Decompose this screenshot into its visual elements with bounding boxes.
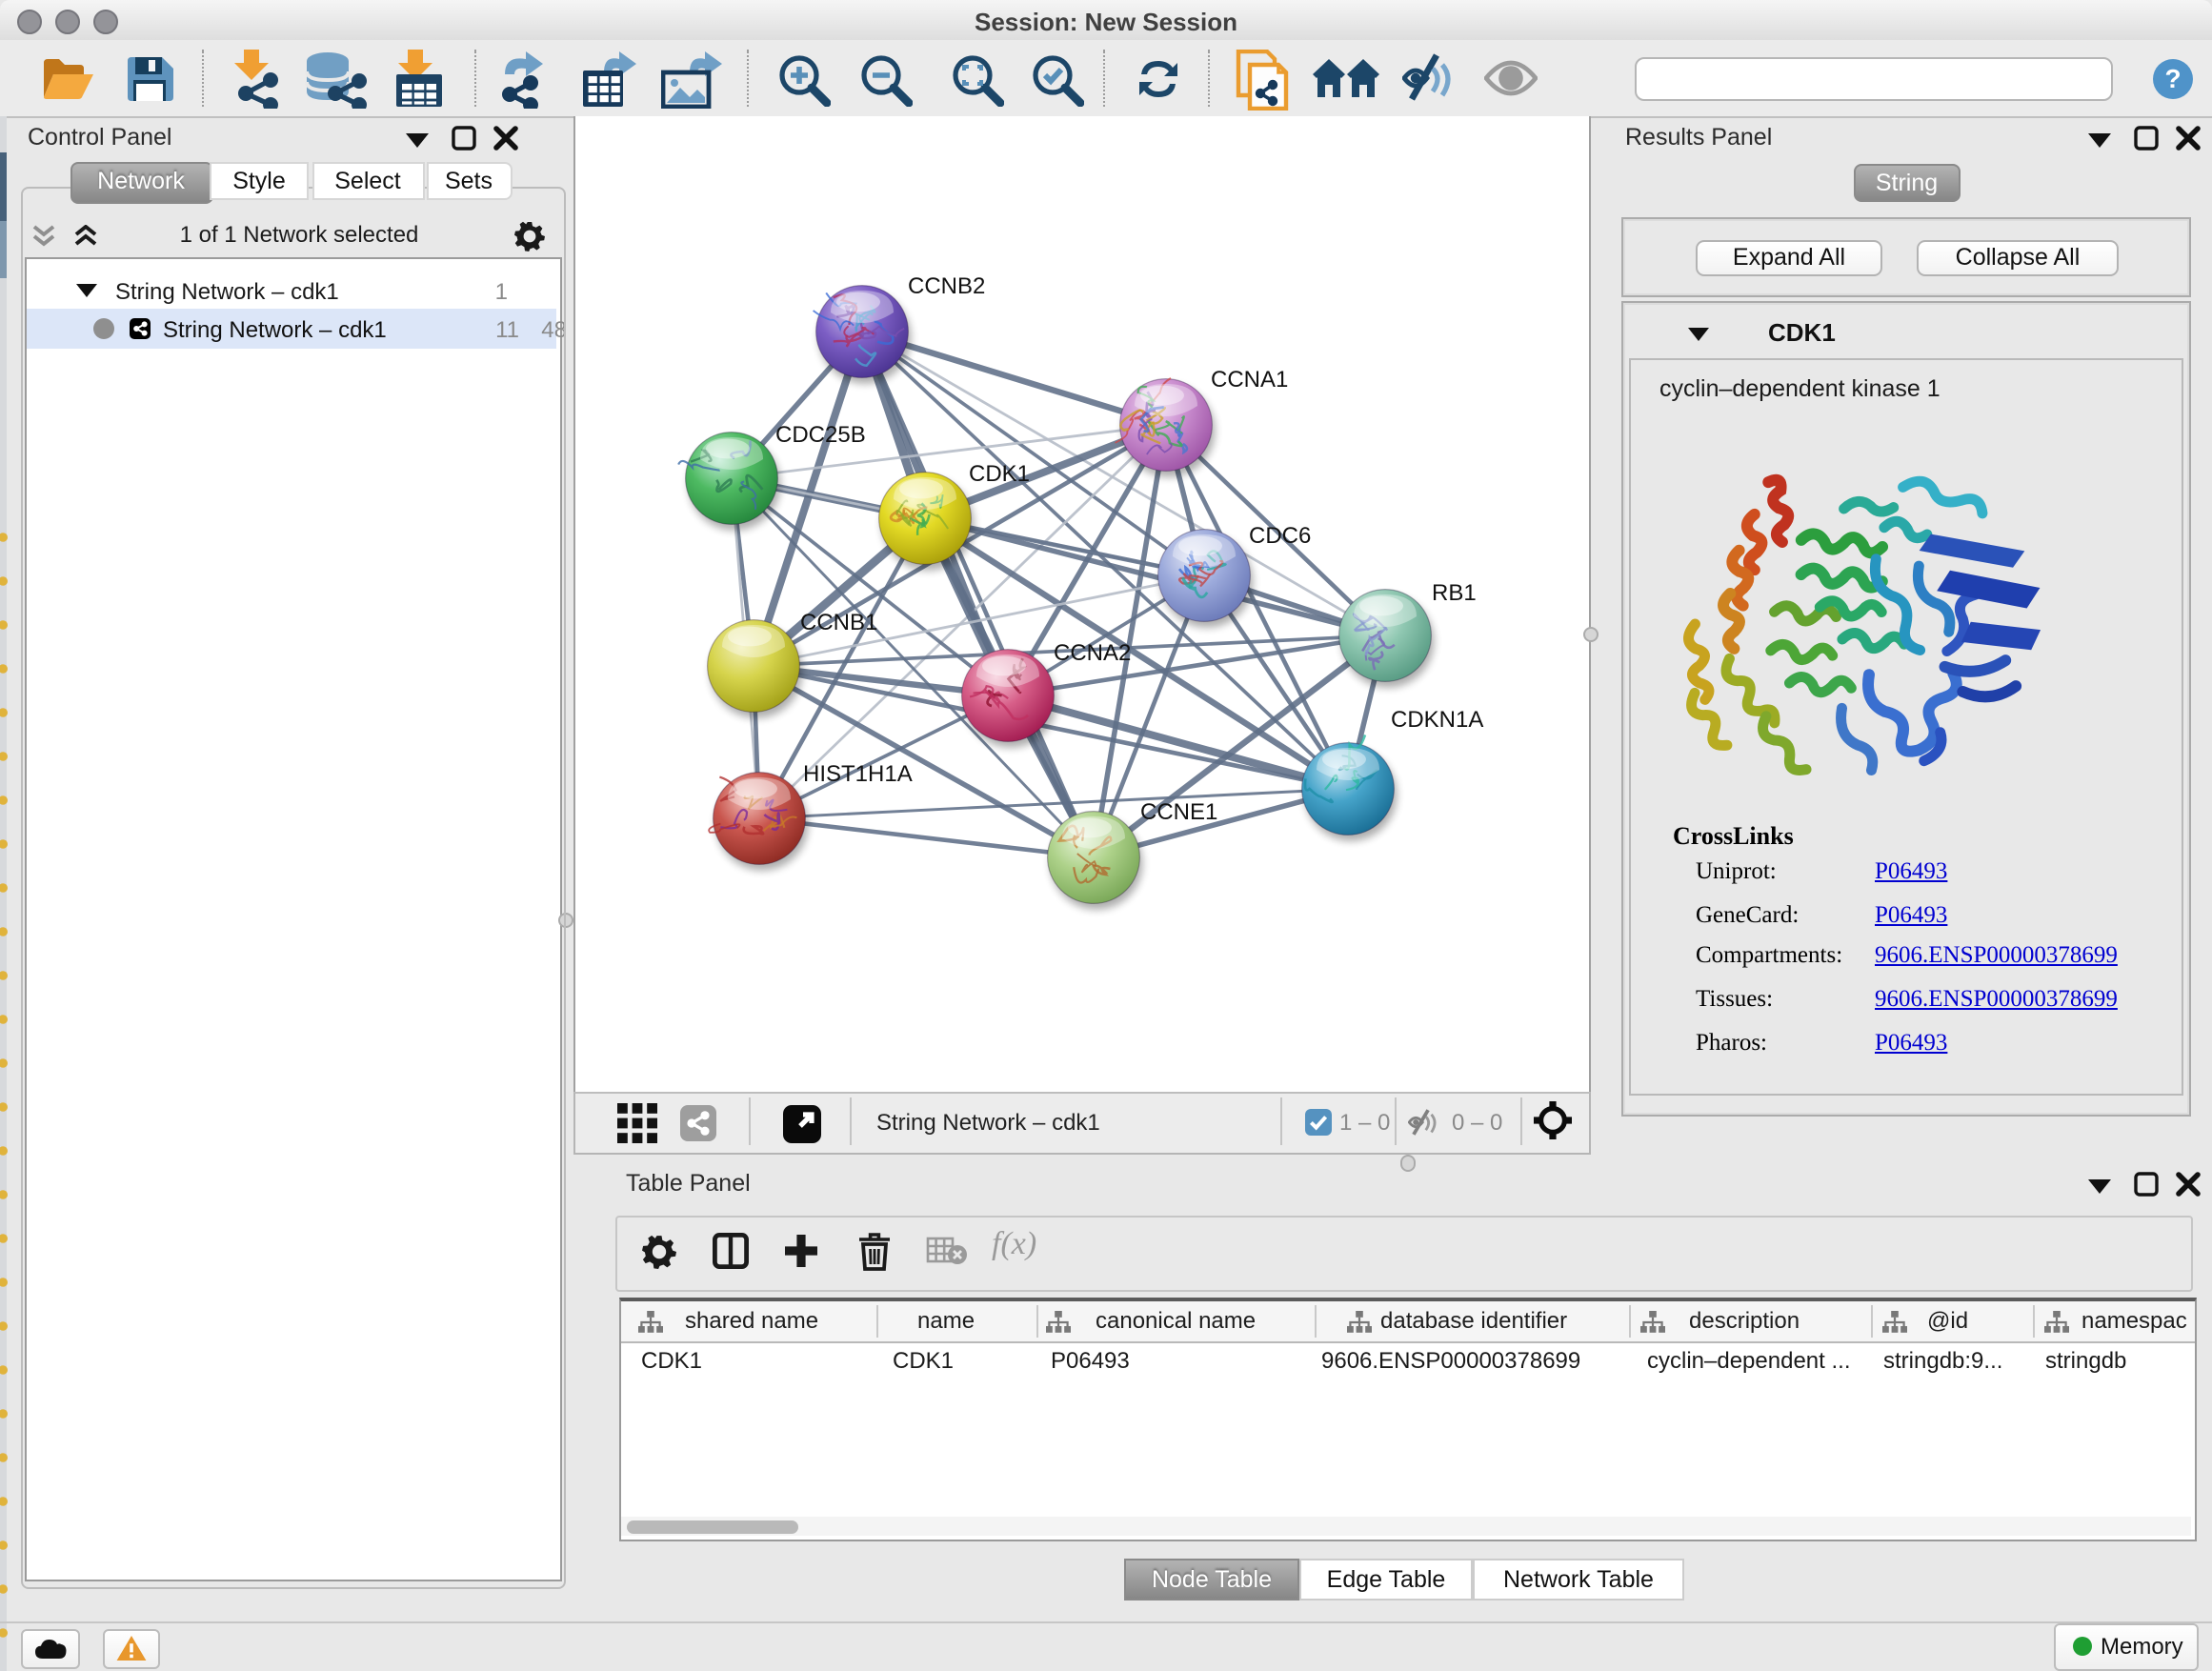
svg-text:CDK1: CDK1 xyxy=(968,461,1029,487)
svg-text:HIST1H1A: HIST1H1A xyxy=(802,761,912,787)
svg-text:CCNB1: CCNB1 xyxy=(799,610,876,635)
svg-text:CCNE1: CCNE1 xyxy=(1139,799,1217,825)
svg-text:CDC6: CDC6 xyxy=(1248,523,1310,549)
svg-text:RB1: RB1 xyxy=(1431,580,1476,606)
svg-text:CCNB2: CCNB2 xyxy=(907,273,984,299)
svg-text:CDKN1A: CDKN1A xyxy=(1390,707,1482,733)
svg-text:CDC25B: CDC25B xyxy=(774,422,865,448)
svg-text:CCNA1: CCNA1 xyxy=(1210,367,1287,393)
svg-text:CCNA2: CCNA2 xyxy=(1053,640,1130,666)
